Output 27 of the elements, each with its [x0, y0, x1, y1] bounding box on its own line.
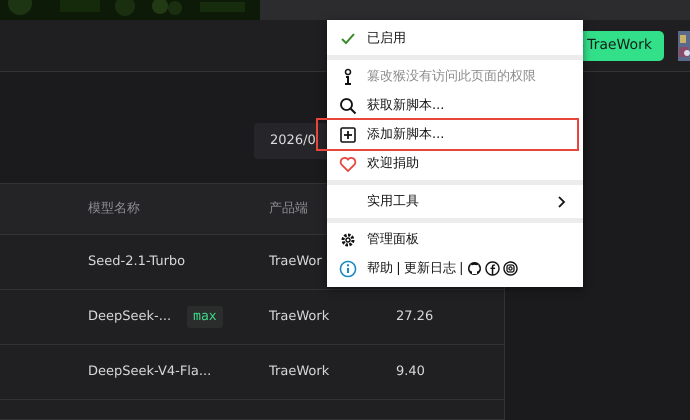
- settings-icon: [339, 230, 357, 248]
- plus-square-icon: [339, 126, 357, 144]
- menu-item[interactable]: 获取新脚本...: [327, 91, 583, 120]
- table-cell: 9.40: [396, 364, 425, 380]
- instagram-icon: [503, 261, 518, 276]
- info-icon: [339, 260, 357, 278]
- column-header: 产品端: [269, 201, 308, 216]
- search-icon: [339, 96, 357, 114]
- menu-link[interactable]: 帮助: [367, 258, 393, 278]
- chevron-right-icon: [557, 196, 567, 208]
- table-cell-text: DeepSeek-V4-Fla...: [88, 363, 212, 382]
- menu-item[interactable]: 实用工具: [327, 187, 583, 216]
- menu-item[interactable]: 管理面板: [327, 225, 583, 254]
- table-cell: TraeWor: [269, 254, 322, 270]
- heart-icon: [339, 154, 357, 172]
- menu-link[interactable]: 更新日志: [404, 258, 456, 278]
- table-cell-text: Seed-2.1-Turbo: [88, 253, 186, 272]
- table-cell: TraeWork: [269, 364, 330, 380]
- table-cell: 27.26: [396, 309, 434, 324]
- separator-text: |: [459, 260, 464, 278]
- table-cell: TraeWork: [269, 309, 330, 324]
- column-header: 模型名称: [88, 201, 140, 216]
- separator-text: |: [396, 260, 401, 278]
- tag: max: [187, 306, 223, 328]
- facebook-icon: [485, 261, 500, 276]
- table-cell-text: DeepSeek-...: [88, 308, 172, 326]
- github-icon: [466, 261, 482, 276]
